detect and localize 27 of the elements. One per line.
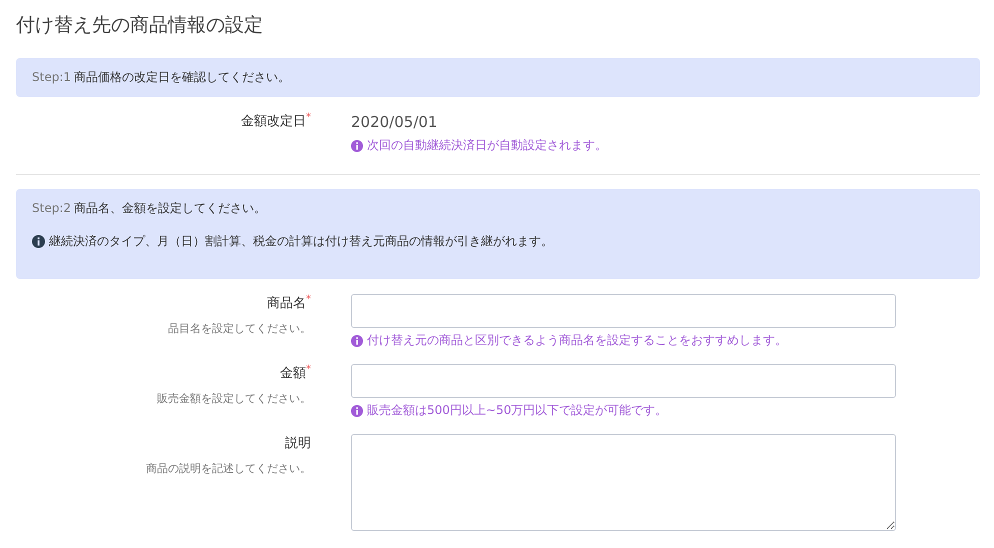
input-field[interactable] <box>351 364 896 398</box>
step-message: 商品価格の改定日を確認してください。 <box>74 69 290 86</box>
info-icon <box>32 235 45 248</box>
input-field[interactable] <box>351 294 896 328</box>
hint-text: 付け替え元の商品と区別できるよう商品名を設定することをおすすめします。 <box>367 332 787 349</box>
step-message: 商品名、金額を設定してください。 <box>74 200 266 217</box>
date-value: 2020/05/01 <box>351 113 438 131</box>
step-number: Step:1 <box>32 70 71 84</box>
field-label: 金額改定日 <box>241 113 306 130</box>
page-title: 付け替え先の商品情報の設定 <box>16 13 264 38</box>
required-mark: * <box>306 294 311 307</box>
info-icon <box>351 334 363 346</box>
hint-text: 次回の自動継続決済日が自動設定されます。 <box>367 137 607 154</box>
required-mark: * <box>306 364 311 377</box>
field-label: 商品名 <box>267 295 306 312</box>
note-text: 継続決済のタイプ、月（日）割計算、税金の計算は付け替え元商品の情報が引き継がれます。 <box>49 233 553 250</box>
field-label: 説明 <box>285 435 311 452</box>
field-description: 品目名を設定してください。 <box>168 321 311 336</box>
field-description: 商品の説明を記述してください。 <box>146 461 311 476</box>
field-label: 金額 <box>280 365 306 382</box>
info-icon <box>351 404 363 416</box>
hint-text: 販売金額は500円以上~50万円以下で設定が可能です。 <box>367 402 668 419</box>
textarea-field[interactable] <box>351 434 896 531</box>
info-icon <box>351 140 363 152</box>
field-description: 販売金額を設定してください。 <box>157 391 311 406</box>
required-mark: * <box>306 112 311 125</box>
step-number: Step:2 <box>32 201 71 215</box>
